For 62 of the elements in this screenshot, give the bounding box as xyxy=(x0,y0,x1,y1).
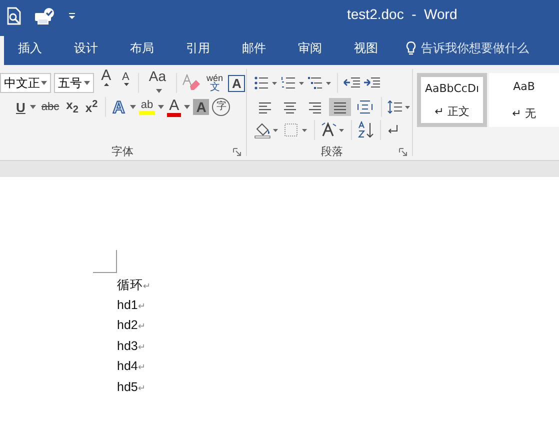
document-line: hd3↵ xyxy=(117,338,146,354)
bullet-list-icon[interactable] xyxy=(254,74,278,91)
sort-icon[interactable] xyxy=(356,121,375,140)
superscript-button[interactable]: x$^{2}$ xyxy=(83,100,100,114)
document-line: hd4↵ xyxy=(117,359,146,375)
line-spacing-icon[interactable] xyxy=(386,98,411,115)
group-label: 字体 xyxy=(112,144,134,158)
ribbon-tab[interactable]: 审阅 xyxy=(290,36,330,61)
lightbulb-icon xyxy=(406,41,416,56)
change-case-button[interactable]: Aa xyxy=(144,69,171,97)
ribbon-tab[interactable]: 插入 xyxy=(10,36,50,61)
shrink-font-button[interactable]: A xyxy=(118,72,134,94)
ribbon-tab[interactable]: 布局 xyxy=(122,36,162,61)
subscript-button[interactable]: x$_{2}$ xyxy=(64,98,80,116)
dropdown-caret-icon xyxy=(40,81,47,85)
grow-font-button[interactable]: A xyxy=(97,68,115,98)
caret-icon[interactable] xyxy=(30,105,36,109)
strikethrough-button[interactable]: abc xyxy=(39,102,62,112)
eraser-icon[interactable] xyxy=(182,74,202,92)
font-size-field[interactable]: 五号 xyxy=(54,73,94,93)
ribbon-tab[interactable]: 引用 xyxy=(178,36,218,61)
margin-corner-mark xyxy=(93,250,117,273)
character-border-button[interactable]: A xyxy=(228,74,246,92)
document-line: hd1↵ xyxy=(117,298,146,314)
up-caret-icon xyxy=(104,83,110,86)
increase-indent-icon[interactable] xyxy=(362,76,380,90)
ribbon-tab[interactable]: 视图 xyxy=(346,36,386,61)
style-gallery-item[interactable]: AaB ↵ 无 xyxy=(488,73,559,127)
tell-me-search[interactable]: 告诉我你想要做什么 xyxy=(406,40,529,57)
phonetic-guide-button[interactable]: wén 文 xyxy=(204,74,226,92)
ribbon-tab[interactable]: 设计 xyxy=(66,36,106,61)
character-shading-button[interactable]: A xyxy=(193,99,210,115)
group-label: 段落 xyxy=(321,144,344,159)
down-caret-icon xyxy=(124,83,129,86)
document-line: hd2↵ xyxy=(117,318,146,334)
dropdown-caret-icon xyxy=(84,81,90,85)
document-line: 循环↵ xyxy=(117,277,151,294)
font-name-field[interactable]: 中文正 xyxy=(0,73,51,93)
numbered-list-icon[interactable] xyxy=(280,74,305,91)
multilevel-list-icon[interactable] xyxy=(308,74,332,91)
dialog-launcher-icon[interactable] xyxy=(233,148,242,156)
customize-caret-icon[interactable] xyxy=(68,12,76,20)
caret-icon[interactable] xyxy=(184,105,190,109)
style-gallery-item[interactable]: AaBbCcDı ↵ 正文 xyxy=(416,73,487,127)
dropdown-caret-icon xyxy=(156,89,162,94)
paint-bucket-icon[interactable] xyxy=(254,121,280,140)
ribbon-tab[interactable]: 邮件 xyxy=(234,36,274,61)
font-color-button[interactable]: A xyxy=(167,98,182,116)
enclose-characters-button[interactable]: 字 xyxy=(212,98,230,116)
underline-button[interactable]: U xyxy=(14,100,28,114)
alignment-button[interactable] xyxy=(328,98,351,116)
decrease-indent-icon[interactable] xyxy=(342,76,360,90)
highlight-button[interactable]: ab xyxy=(138,100,156,114)
caret-icon[interactable] xyxy=(158,105,164,109)
window-title: test2.doc - Word xyxy=(347,6,458,22)
alignment-icon xyxy=(356,98,374,115)
asian-layout-icon[interactable] xyxy=(320,121,346,140)
document-line: hd5↵ xyxy=(117,380,146,396)
caret-icon[interactable] xyxy=(130,105,136,109)
print-preview-icon[interactable] xyxy=(6,7,22,25)
dialog-launcher-icon[interactable] xyxy=(398,148,407,156)
printer-check-icon[interactable] xyxy=(34,7,56,25)
